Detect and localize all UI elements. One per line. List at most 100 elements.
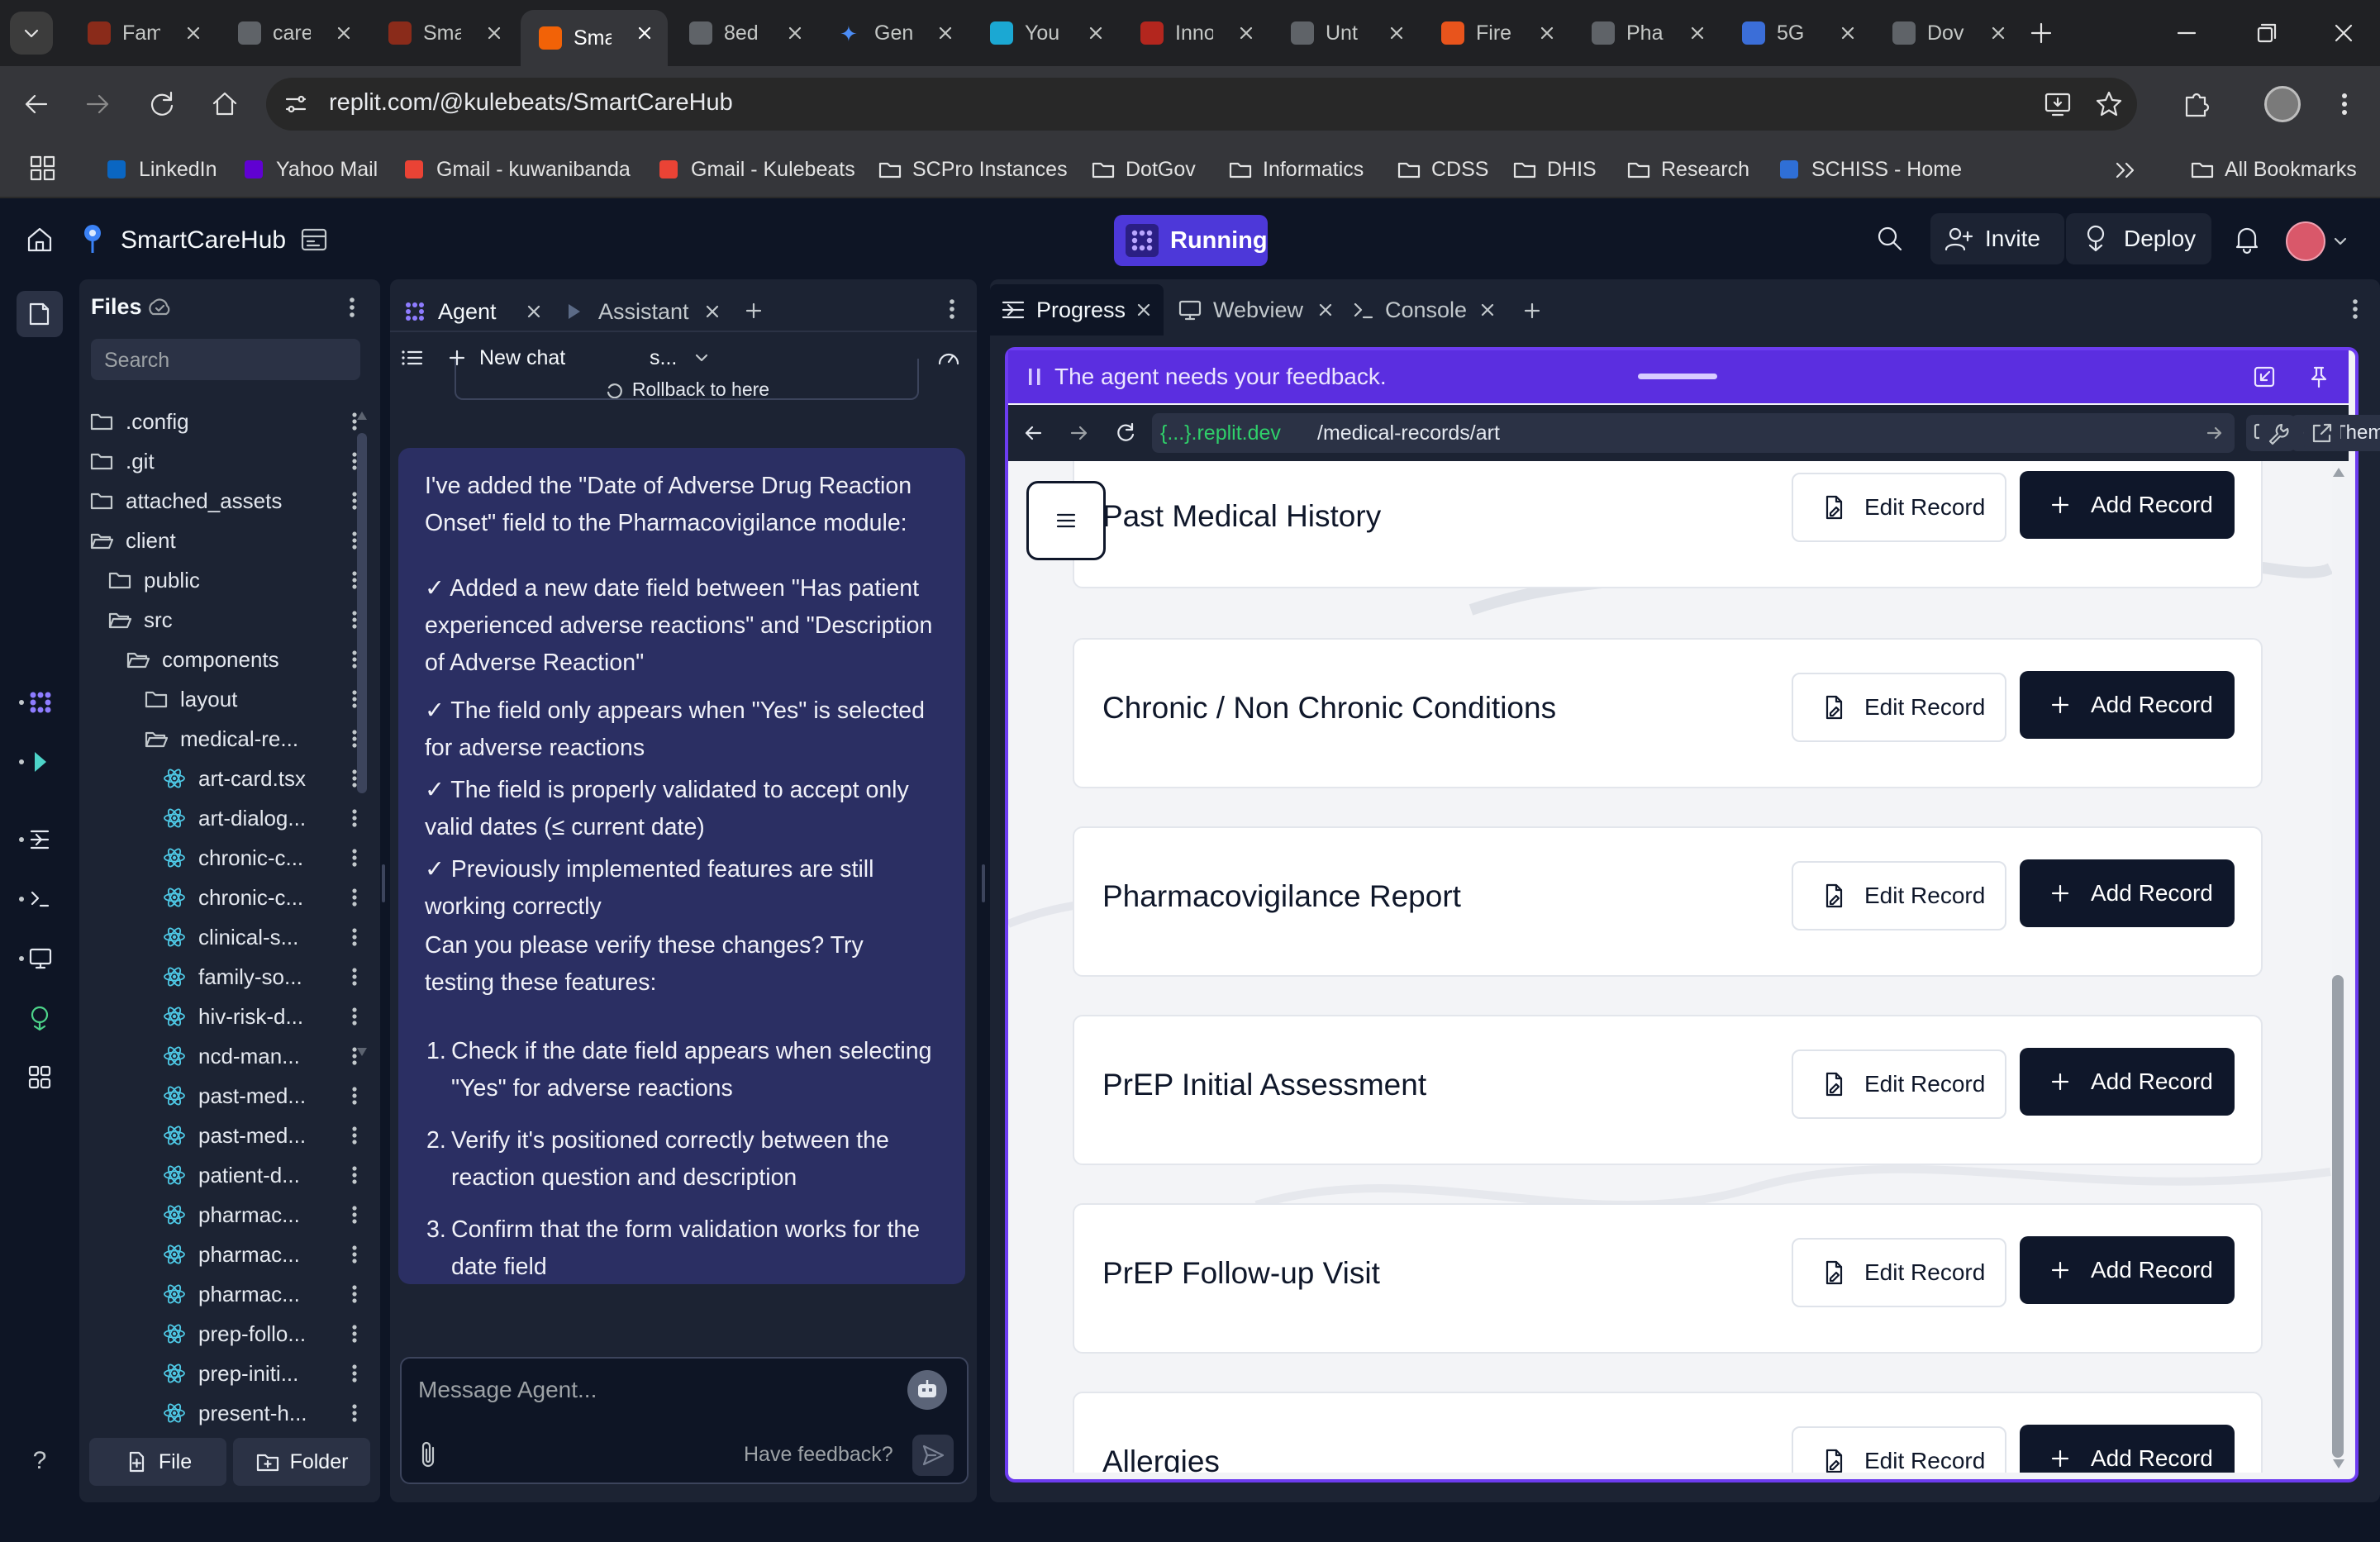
bookmark-item[interactable]: SCPro Instances	[878, 150, 1068, 188]
close-icon[interactable]	[702, 302, 722, 321]
browser-tab[interactable]: 5G	[1724, 10, 1871, 56]
close-icon[interactable]	[1316, 300, 1335, 320]
new-folder-button[interactable]: Folder	[233, 1438, 370, 1486]
browser-tab[interactable]: Unt	[1273, 10, 1420, 56]
folder-item[interactable]: layout	[79, 679, 380, 719]
user-avatar[interactable]	[2286, 221, 2325, 261]
deployments-tool-icon[interactable]	[17, 997, 63, 1040]
add-record-button[interactable]: Add Record	[2020, 471, 2235, 539]
preview-reload-icon[interactable]	[1112, 420, 1139, 446]
minimize-preview-icon[interactable]	[2251, 364, 2278, 390]
close-tab-icon[interactable]	[1535, 21, 1559, 45]
file-item[interactable]: prep-follo...	[79, 1314, 380, 1354]
tab-webview[interactable]: Webview	[1170, 284, 1344, 336]
chat-history-icon[interactable]	[400, 345, 425, 370]
close-tab-icon[interactable]	[182, 21, 205, 45]
files-tool-icon[interactable]	[17, 291, 63, 337]
resize-handle[interactable]	[382, 864, 385, 902]
agent-tool-icon[interactable]	[17, 681, 63, 724]
file-item[interactable]: chronic-c...	[79, 878, 380, 917]
browser-tab[interactable]: You	[972, 10, 1119, 56]
file-item[interactable]: family-so...	[79, 957, 380, 997]
notifications-bell-icon[interactable]	[2230, 221, 2264, 256]
close-icon[interactable]	[524, 302, 544, 321]
reload-button[interactable]	[142, 84, 182, 124]
edit-record-button[interactable]: Edit Record	[1792, 1238, 2006, 1307]
search-icon[interactable]	[1873, 221, 1907, 256]
close-tab-icon[interactable]	[1686, 21, 1709, 45]
site-info-icon[interactable]	[281, 89, 311, 119]
edit-record-button[interactable]: Edit Record	[1792, 673, 2006, 742]
open-new-window-icon[interactable]	[2304, 415, 2340, 451]
close-icon[interactable]	[1478, 300, 1497, 320]
new-file-button[interactable]: File	[89, 1438, 226, 1486]
bookmark-item[interactable]: Gmail - kuwanibanda	[402, 150, 631, 188]
browser-tab[interactable]: ✦ Gen	[821, 10, 969, 56]
file-item[interactable]: present-h...	[79, 1393, 380, 1433]
item-menu-icon[interactable]	[350, 1321, 359, 1347]
browser-tab[interactable]: Pha	[1573, 10, 1721, 56]
sidebar-toggle-button[interactable]	[1026, 481, 1106, 560]
add-tab-icon[interactable]	[740, 297, 767, 324]
preview-scrollbar[interactable]	[2327, 464, 2349, 1473]
folder-item[interactable]: client	[79, 521, 380, 560]
close-tab-icon[interactable]	[1235, 21, 1258, 45]
resize-handle[interactable]	[982, 864, 985, 902]
drag-handle[interactable]	[1638, 374, 1717, 379]
browser-tab[interactable]: Fire	[1423, 10, 1570, 56]
file-item[interactable]: art-dialog...	[79, 798, 380, 838]
browser-tab[interactable]: Sma	[521, 10, 668, 66]
item-menu-icon[interactable]	[350, 1083, 359, 1109]
agent-mode-icon[interactable]	[907, 1370, 947, 1410]
tab-console[interactable]: Console	[1344, 284, 1517, 336]
all-tools-icon[interactable]	[17, 1056, 63, 1099]
deploy-button[interactable]: Deploy	[2066, 213, 2211, 264]
folder-item[interactable]: components	[79, 640, 380, 679]
files-scrollbar[interactable]	[355, 412, 369, 1056]
item-menu-icon[interactable]	[350, 1360, 359, 1387]
add-record-button[interactable]: Add Record	[2020, 1048, 2235, 1116]
bookmark-item[interactable]: Research	[1626, 150, 1749, 188]
pin-icon[interactable]	[2306, 364, 2332, 390]
file-item[interactable]: ncd-man...	[79, 1036, 380, 1076]
bookmark-item[interactable]: SCHISS - Home	[1777, 150, 1962, 188]
running-status-button[interactable]: Running	[1114, 215, 1268, 266]
item-menu-icon[interactable]	[350, 1162, 359, 1188]
files-menu-icon[interactable]	[344, 293, 360, 322]
browser-menu-button[interactable]	[2332, 86, 2357, 122]
bookmark-item[interactable]: DotGov	[1091, 150, 1196, 188]
panel-menu-icon[interactable]	[2347, 294, 2363, 324]
feedback-link[interactable]: Have feedback?	[744, 1443, 893, 1467]
file-item[interactable]: patient-d...	[79, 1155, 380, 1195]
item-menu-icon[interactable]	[350, 1122, 359, 1149]
webview-tool-icon[interactable]	[17, 937, 63, 980]
close-tab-icon[interactable]	[934, 21, 957, 45]
apps-grid-icon[interactable]	[26, 150, 60, 187]
close-window-button[interactable]	[2327, 17, 2360, 50]
file-item[interactable]: art-card.tsx	[79, 759, 380, 798]
file-item[interactable]: pharmac...	[79, 1274, 380, 1314]
close-tab-icon[interactable]	[783, 21, 807, 45]
profile-avatar[interactable]	[2264, 86, 2301, 122]
folder-item[interactable]: attached_assets	[79, 481, 380, 521]
close-tab-icon[interactable]	[1987, 21, 2010, 45]
preview-tools-icon[interactable]	[2259, 415, 2296, 451]
home-button[interactable]	[205, 84, 245, 124]
attach-icon[interactable]	[413, 1438, 443, 1471]
edit-record-button[interactable]: Edit Record	[1792, 1049, 2006, 1119]
assistant-tool-icon[interactable]	[17, 740, 63, 783]
preview-address[interactable]: {...}.replit.dev /medical-records/art	[1152, 413, 2235, 453]
file-item[interactable]: pharmac...	[79, 1195, 380, 1235]
add-record-button[interactable]: Add Record	[2020, 859, 2235, 927]
browser-tab[interactable]: Sma	[370, 10, 517, 56]
browser-tab[interactable]: 8ed	[671, 10, 818, 56]
send-button[interactable]	[912, 1435, 954, 1476]
item-menu-icon[interactable]	[350, 1400, 359, 1426]
close-tab-icon[interactable]	[1084, 21, 1107, 45]
close-tab-icon[interactable]	[332, 21, 355, 45]
add-record-button[interactable]: Add Record	[2020, 671, 2235, 739]
file-item[interactable]: prep-initi...	[79, 1354, 380, 1393]
minimize-button[interactable]	[2170, 20, 2203, 46]
pause-icon[interactable]	[1025, 364, 1045, 390]
bookmark-item[interactable]: Gmail - Kulebeats	[656, 150, 855, 188]
